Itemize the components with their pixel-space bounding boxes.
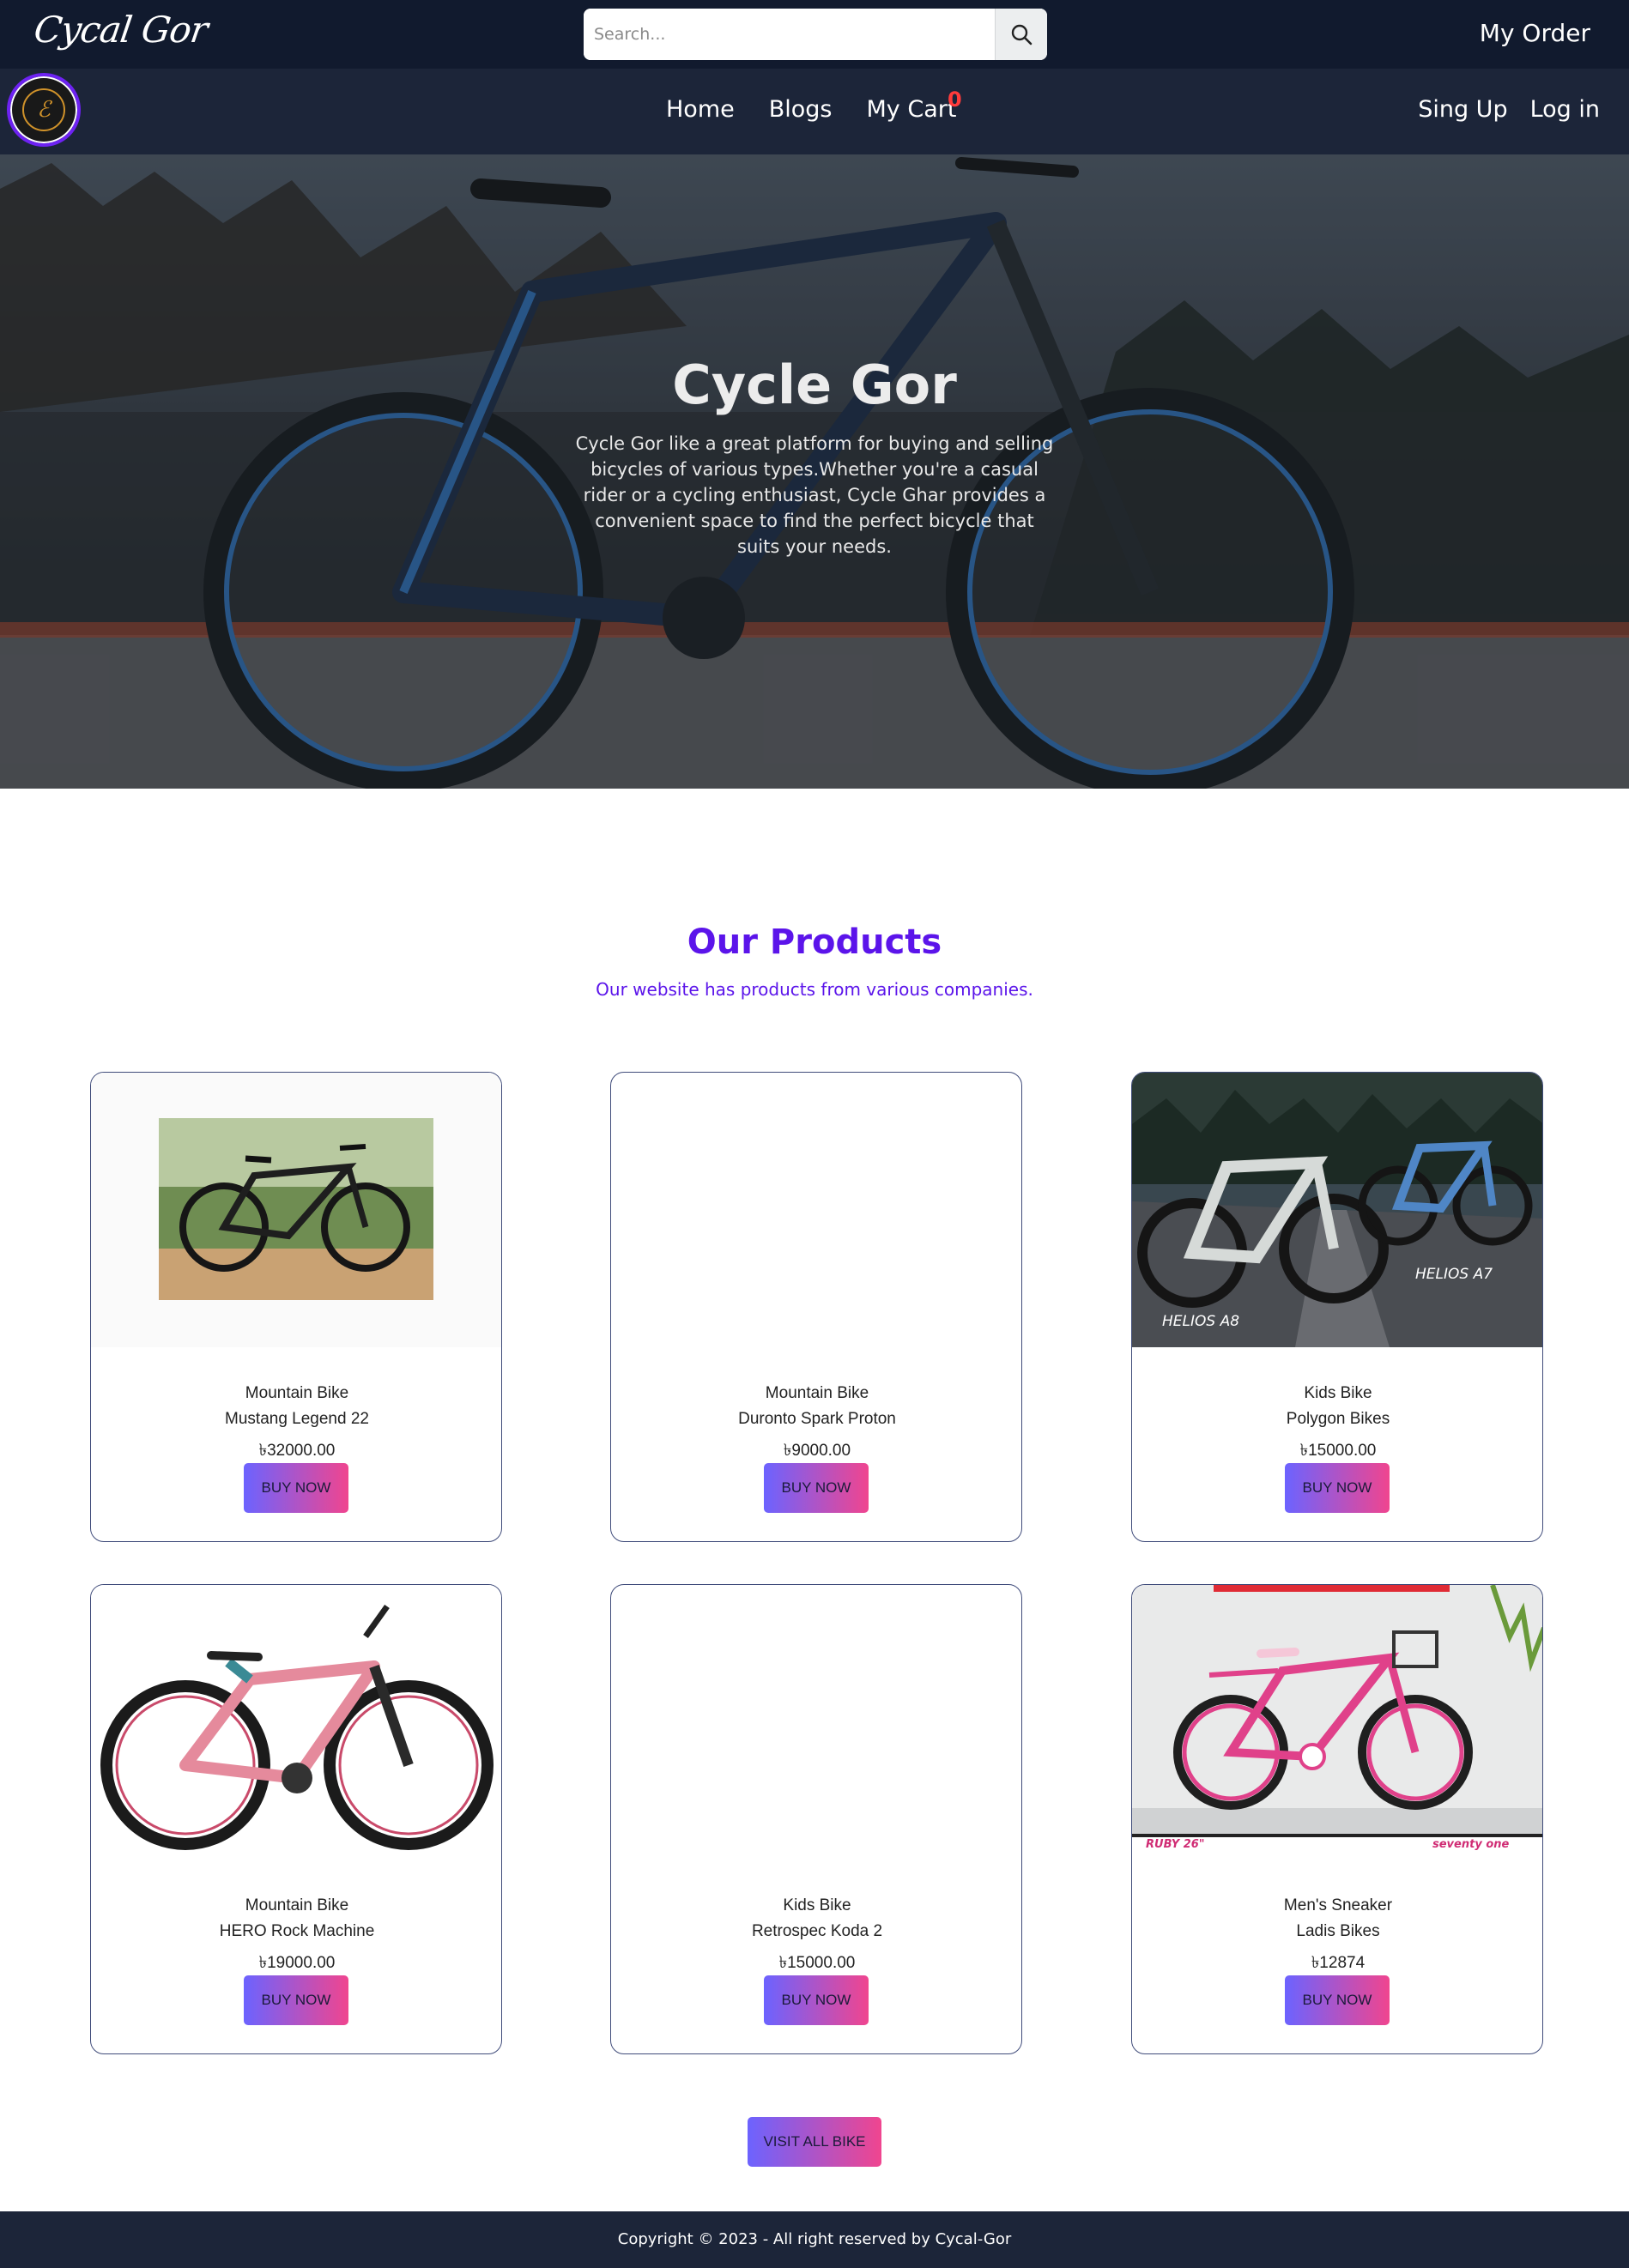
top-bar: Cycal Gor My Order [0,0,1629,69]
product-name: HERO Rock Machine [219,1922,375,1940]
sign-up-link[interactable]: Sing Up [1418,96,1507,123]
product-name: Mustang Legend 22 [225,1410,369,1428]
product-price: ৳9000.00 [783,1442,851,1460]
search-input[interactable] [584,9,995,60]
auth-links: Sing Up Log in [1418,96,1600,123]
logo-mark-icon: ℰ [22,88,65,131]
product-card: Mountain Bike HERO Rock Machine ৳19000.0… [90,1584,502,2054]
product-category: Mountain Bike [245,1896,349,1914]
product-price: ৳32000.00 [258,1442,336,1460]
search-box [584,9,1047,60]
product-category: Kids Bike [783,1896,851,1914]
product-card: HELIOS A8 HELIOS A7 Kids Bike Polygon Bi… [1131,1072,1543,1542]
product-name: Duronto Spark Proton [738,1410,896,1428]
hero-banner: Cycle Gor Cycle Gor like a great platfor… [0,154,1629,789]
product-name: Retrospec Koda 2 [751,1922,883,1940]
nav-home-link[interactable]: Home [666,96,735,123]
brand-logo-text[interactable]: Cycal Gor [32,9,210,51]
nav-links: Home Blogs My Cart [666,96,956,123]
product-image: HELIOS A8 HELIOS A7 [1132,1073,1542,1347]
product-card: Kids Bike Retrospec Koda 2 ৳15000.00 BUY… [610,1584,1022,2054]
buy-now-button[interactable]: BUY NOW [244,1463,348,1513]
visit-all-bike-button[interactable]: VISIT ALL BIKE [748,2117,881,2167]
buy-now-button[interactable]: BUY NOW [244,1975,348,2025]
product-category: Mountain Bike [245,1384,349,1402]
product-image [91,1073,501,1347]
hero-description: Cycle Gor like a great platform for buyi… [575,433,1054,557]
nav-my-cart-link[interactable]: My Cart [866,96,956,123]
product-category: Men's Sneaker [1283,1896,1393,1914]
product-price: ৳19000.00 [258,1954,336,1972]
search-icon [1011,24,1033,45]
image-label-seventy-one: seventy one [1432,1838,1510,1851]
product-card: RUBY 26" seventy one Men's Sneaker Ladis… [1131,1584,1543,2054]
product-image [611,1073,1021,1347]
product-price: ৳15000.00 [1299,1442,1377,1460]
product-price: ৳15000.00 [778,1954,856,1972]
product-category: Mountain Bike [765,1384,869,1402]
image-label-a7: HELIOS A7 [1415,1266,1493,1283]
cart-count-badge: 0 [948,88,962,112]
image-label-a8: HELIOS A8 [1162,1313,1239,1330]
buy-now-button[interactable]: BUY NOW [1285,1463,1390,1513]
product-name: Ladis Bikes [1296,1922,1380,1940]
buy-now-button[interactable]: BUY NOW [764,1975,869,2025]
product-image: RUBY 26" seventy one [1132,1585,1542,1860]
footer-copyright: Copyright © 2023 - All right reserved by… [0,2211,1629,2268]
search-button[interactable] [995,9,1047,60]
product-name: Polygon Bikes [1286,1410,1390,1428]
nav-blogs-link[interactable]: Blogs [769,96,833,123]
products-subtitle: Our website has products from various co… [596,979,1033,1000]
log-in-link[interactable]: Log in [1530,96,1600,123]
my-order-link[interactable]: My Order [1480,19,1590,47]
product-card: Mountain Bike Duronto Spark Proton ৳9000… [610,1072,1022,1542]
buy-now-button[interactable]: BUY NOW [1285,1975,1390,2025]
buy-now-button[interactable]: BUY NOW [764,1463,869,1513]
product-image [611,1585,1021,1860]
product-category: Kids Bike [1304,1384,1372,1402]
image-label-ruby: RUBY 26" [1146,1838,1205,1851]
product-card: Mountain Bike Mustang Legend 22 ৳32000.0… [90,1072,502,1542]
site-logo[interactable]: ℰ [7,73,81,147]
product-price: ৳12874 [1311,1954,1366,1972]
product-image [91,1585,501,1860]
hero-title: Cycle Gor [672,354,957,416]
nav-bar: ℰ Home Blogs My Cart 0 Sing Up Log in [0,69,1629,154]
products-title: Our Products [687,922,942,962]
